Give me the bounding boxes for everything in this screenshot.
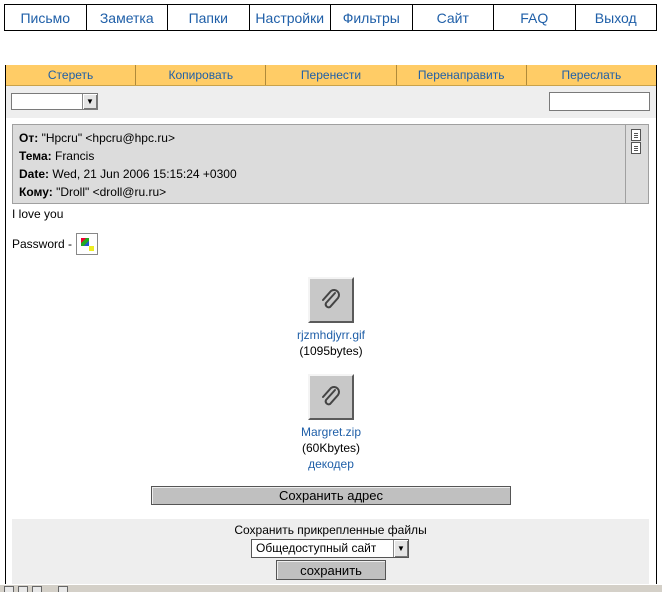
nav-tab-filters[interactable]: Фильтры (331, 5, 413, 30)
nav-tab-letter[interactable]: Письмо (5, 5, 87, 30)
attachment-item: Margret.zip (60Kbytes) декодер (231, 374, 431, 472)
redirect-link[interactable]: Перенаправить (397, 65, 527, 85)
chevron-down-icon[interactable]: ▼ (393, 540, 408, 557)
chevron-down-icon[interactable]: ▼ (82, 94, 97, 109)
nav-tab-settings[interactable]: Настройки (250, 5, 331, 30)
paperclip-icon[interactable] (308, 374, 354, 420)
save-attachments-panel: Сохранить прикрепленные файлы Общедоступ… (12, 519, 649, 591)
forward-link[interactable]: Переслать (527, 65, 656, 85)
folder-select[interactable]: ▼ (11, 93, 98, 110)
date-value: Wed, 21 Jun 2006 15:15:24 +0300 (52, 167, 237, 181)
to-label: Кому: (19, 185, 53, 199)
from-label: От: (19, 131, 39, 145)
delete-link[interactable]: Стереть (6, 65, 137, 85)
save-button[interactable]: сохранить (276, 560, 386, 580)
nav-tab-folders[interactable]: Папки (168, 5, 250, 30)
password-label: Password - (12, 237, 73, 251)
subject-row: Тема: Francis (19, 147, 642, 165)
nav-tab-note[interactable]: Заметка (87, 5, 168, 30)
from-row: От: "Hpcru" <hpcru@hpc.ru> (19, 129, 642, 147)
save-destination-select[interactable]: Общедоступный сайт ▼ (251, 539, 409, 558)
copy-link[interactable]: Копировать (136, 65, 267, 85)
subject-value: Francis (54, 149, 95, 163)
move-link[interactable]: Перенести (266, 65, 397, 85)
date-row: Date: Wed, 21 Jun 2006 15:15:24 +0300 (19, 165, 642, 183)
top-navigation: Письмо Заметка Папки Настройки Фильтры С… (4, 4, 657, 31)
action-bar: Стереть Копировать Перенести Перенаправи… (6, 65, 656, 86)
date-label: Date: (19, 167, 50, 181)
status-icon (58, 586, 68, 592)
nav-tab-site[interactable]: Сайт (413, 5, 494, 30)
message-body-line: I love you (12, 207, 64, 221)
attachment-size: (60Kbytes) (301, 441, 361, 455)
password-line: Password - (12, 233, 99, 255)
message-frame: Стереть Копировать Перенести Перенаправи… (5, 65, 657, 591)
status-icon (18, 586, 28, 592)
status-icon (32, 586, 42, 592)
message-headers: От: "Hpcru" <hpcru@hpc.ru> Тема: Francis… (12, 124, 649, 204)
toolbar: ▼ (6, 86, 656, 118)
to-row: Кому: "Droll" <droll@ru.ru> (19, 183, 642, 201)
attachment-name[interactable]: rjzmhdjyrr.gif (231, 327, 431, 343)
subject-label: Тема: (19, 149, 52, 163)
nav-tab-exit[interactable]: Выход (576, 5, 657, 30)
status-icon (4, 586, 14, 592)
decoder-link[interactable]: декодер (231, 456, 431, 472)
attachment-name[interactable]: Margret.zip (231, 424, 431, 440)
save-destination-value: Общедоступный сайт (256, 541, 377, 555)
to-value: "Droll" <droll@ru.ru> (56, 185, 167, 199)
header-tools (625, 125, 648, 203)
paperclip-icon[interactable] (308, 277, 354, 323)
broken-image-icon (76, 233, 99, 255)
from-value: "Hpcru" <hpcru@hpc.ru> (41, 131, 175, 145)
save-address-button[interactable]: Сохранить адрес (151, 486, 511, 505)
nav-tab-faq[interactable]: FAQ (494, 5, 576, 30)
search-input[interactable] (549, 92, 650, 111)
print-icon[interactable] (631, 142, 641, 154)
attachment-item: rjzmhdjyrr.gif (1095bytes) (231, 277, 431, 359)
full-headers-icon[interactable] (631, 129, 641, 141)
folder-select-value (12, 94, 15, 109)
save-attachments-title: Сохранить прикрепленные файлы (234, 523, 427, 537)
attachment-size: (1095bytes) (299, 344, 363, 358)
